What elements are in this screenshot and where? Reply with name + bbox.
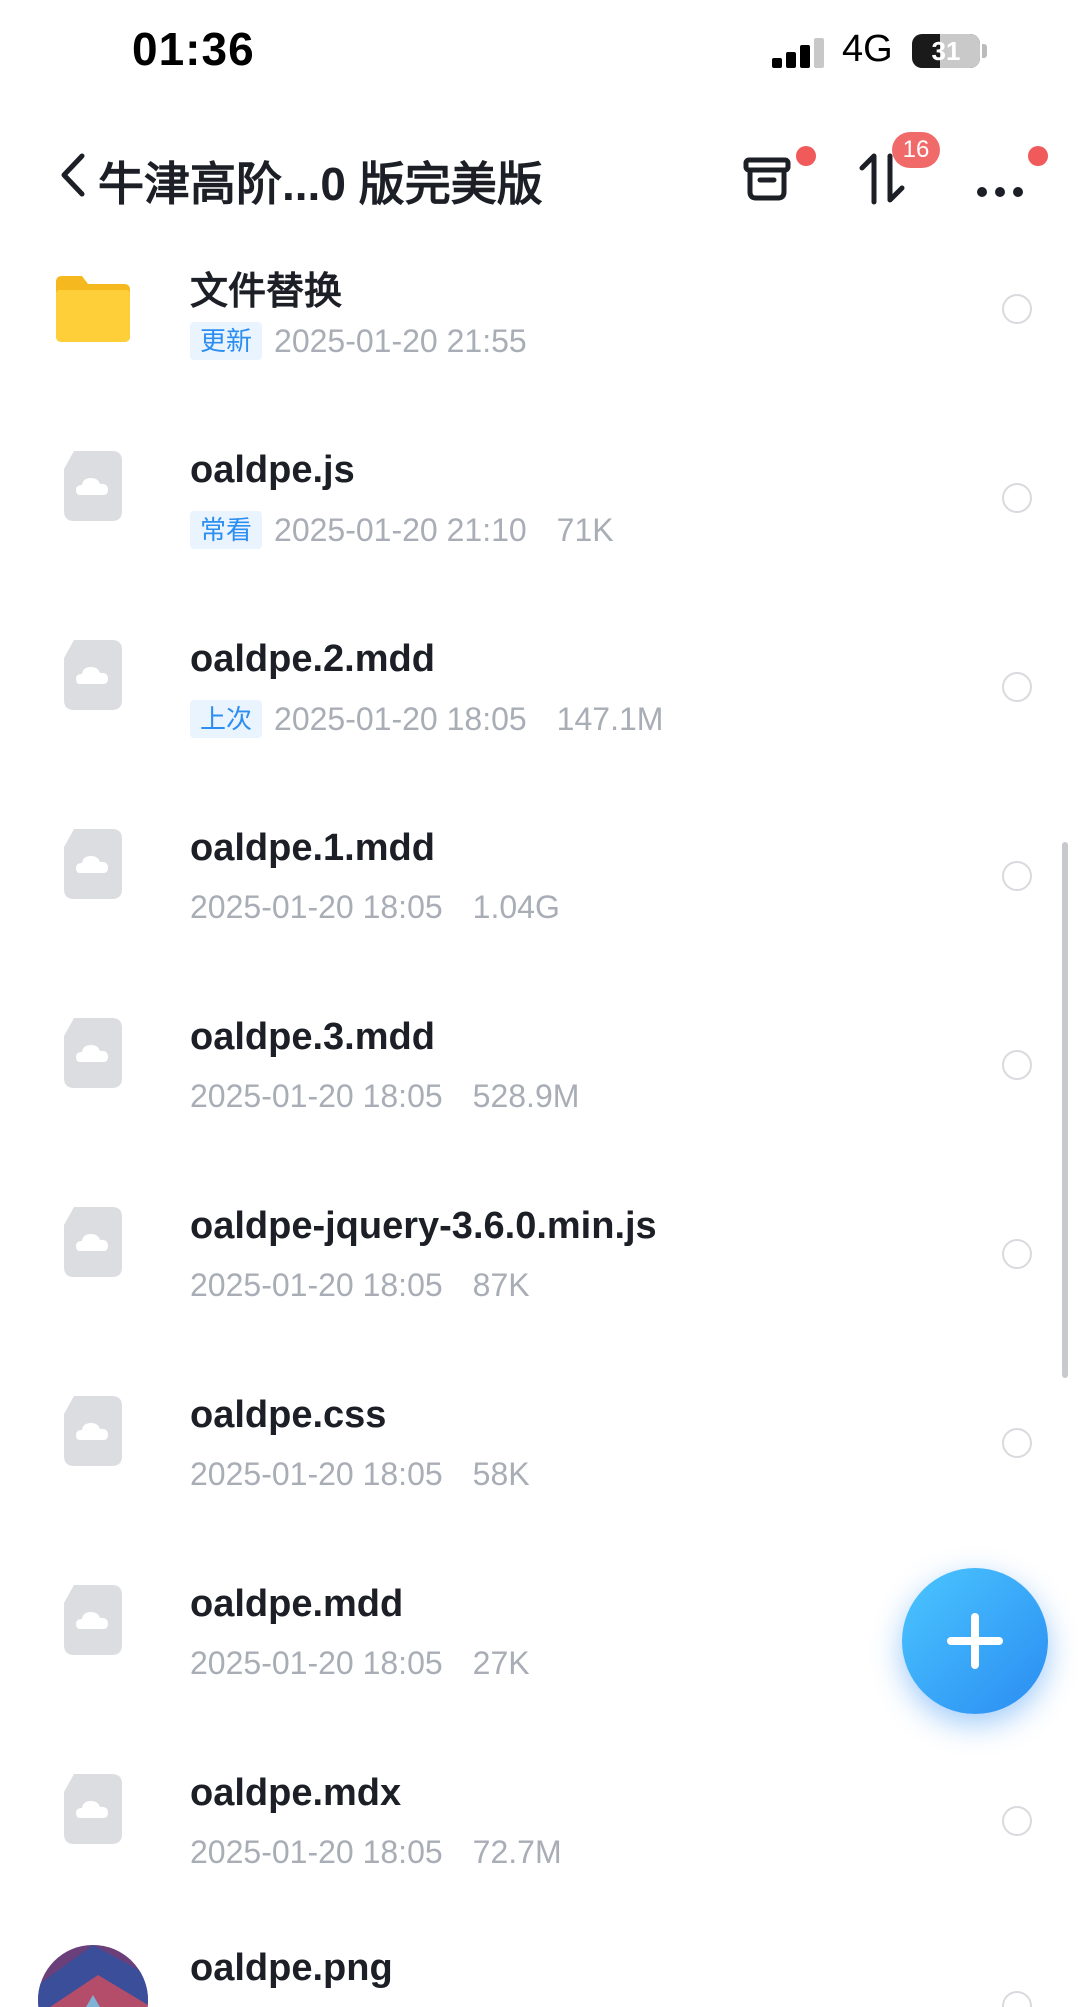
file-meta: 2025-01-20 18:05 27K <box>190 1645 530 1682</box>
file-date: 2025-01-20 21:10 <box>274 511 527 548</box>
list-item[interactable]: oaldpe.3.mdd 2025-01-20 18:05 528.9M <box>0 1000 1080 1190</box>
file-date: 2025-01-20 21:55 <box>274 322 527 359</box>
battery-icon: 31 <box>912 34 980 68</box>
page-title: 牛津高阶...0 版完美版 <box>98 158 543 210</box>
file-size: 72.7M <box>472 1834 562 1870</box>
file-name: oaldpe.png <box>190 1947 393 1989</box>
file-date: 2025-01-20 18:05 <box>190 889 443 925</box>
list-item[interactable]: oaldpe.2.mdd 上次 2025-01-20 18:05 147.1M <box>0 622 1080 812</box>
file-date: 2025-01-20 18:05 <box>190 1834 443 1870</box>
select-checkbox[interactable] <box>1002 483 1032 513</box>
select-checkbox[interactable] <box>1002 672 1032 702</box>
file-name: oaldpe.1.mdd <box>190 827 435 869</box>
file-size: 147.1M <box>556 700 664 737</box>
file-name: oaldpe.mdx <box>190 1772 402 1814</box>
cloud-file-icon <box>64 1396 122 1466</box>
file-size: 27K <box>472 1645 530 1681</box>
file-meta: 更新 2025-01-20 21:55 <box>190 322 527 360</box>
file-tag: 更新 <box>190 322 263 360</box>
file-name: oaldpe.mdd <box>190 1583 404 1625</box>
file-name: 文件替换 <box>190 271 343 313</box>
cloud-file-icon <box>64 1585 122 1655</box>
list-item[interactable]: oaldpe.js 常看 2025-01-20 21:10 71K <box>0 433 1080 623</box>
list-item[interactable]: oaldpe.png <box>0 1945 1080 2007</box>
plus-icon-vertical <box>971 1613 979 1669</box>
signal-icon <box>772 38 824 68</box>
battery-level: 31 <box>931 36 961 66</box>
folder-icon <box>56 276 130 342</box>
select-checkbox[interactable] <box>1002 1428 1032 1458</box>
cloud-file-icon <box>64 1774 122 1844</box>
cloud-file-icon <box>64 1207 122 1277</box>
list-item[interactable]: oaldpe-jquery-3.6.0.min.js 2025-01-20 18… <box>0 1189 1080 1379</box>
select-checkbox[interactable] <box>1002 1991 1032 2007</box>
cloud-file-icon <box>64 1018 122 1088</box>
transfer-badge: 16 <box>892 132 940 168</box>
image-thumbnail-icon <box>38 1945 148 2007</box>
file-size: 58K <box>472 1456 530 1492</box>
file-name: oaldpe.css <box>190 1394 387 1436</box>
status-time: 01:36 <box>132 23 255 75</box>
more-icon[interactable] <box>972 146 1032 206</box>
file-date: 2025-01-20 18:05 <box>190 1456 443 1492</box>
list-item[interactable]: oaldpe.mdx 2025-01-20 18:05 72.7M <box>0 1756 1080 1946</box>
select-checkbox[interactable] <box>1002 1050 1032 1080</box>
file-name: oaldpe.js <box>190 449 355 491</box>
chevron-left-icon[interactable] <box>56 150 90 200</box>
list-item[interactable]: oaldpe.css 2025-01-20 18:05 58K <box>0 1378 1080 1568</box>
scrollbar[interactable] <box>1062 842 1068 1378</box>
list-item[interactable]: 文件替换 更新 2025-01-20 21:55 <box>0 244 1080 434</box>
file-date: 2025-01-20 18:05 <box>274 700 527 737</box>
add-button[interactable] <box>902 1568 1048 1714</box>
cloud-file-icon <box>64 451 122 521</box>
file-size: 71K <box>556 511 614 548</box>
file-size: 87K <box>472 1267 530 1303</box>
status-bar: 01:36 4G 31 <box>0 0 1080 100</box>
file-name: oaldpe-jquery-3.6.0.min.js <box>190 1205 657 1247</box>
file-tag: 常看 <box>190 511 263 549</box>
cloud-file-icon <box>64 640 122 710</box>
file-date: 2025-01-20 18:05 <box>190 1078 443 1114</box>
file-list: 文件替换 更新 2025-01-20 21:55 oaldpe.js 常看 20… <box>0 230 1080 2007</box>
select-checkbox[interactable] <box>1002 861 1032 891</box>
file-date: 2025-01-20 18:05 <box>190 1267 443 1303</box>
more-dot <box>1028 146 1048 166</box>
battery-cap <box>982 44 987 58</box>
network-type: 4G <box>842 28 893 70</box>
file-meta: 2025-01-20 18:05 87K <box>190 1267 530 1304</box>
inbox-dot <box>796 146 816 166</box>
list-item[interactable]: oaldpe.1.mdd 2025-01-20 18:05 1.04G <box>0 811 1080 1001</box>
nav-bar: 牛津高阶...0 版完美版 16 <box>0 130 1080 230</box>
file-meta: 2025-01-20 18:05 58K <box>190 1456 530 1493</box>
file-meta: 2025-01-20 18:05 1.04G <box>190 889 560 926</box>
file-meta: 上次 2025-01-20 18:05 147.1M <box>190 700 663 738</box>
file-tag: 上次 <box>190 700 263 738</box>
file-meta: 2025-01-20 18:05 528.9M <box>190 1078 579 1115</box>
select-checkbox[interactable] <box>1002 1239 1032 1269</box>
file-name: oaldpe.2.mdd <box>190 638 435 680</box>
file-size: 528.9M <box>472 1078 580 1114</box>
inbox-icon[interactable] <box>738 146 798 206</box>
cloud-file-icon <box>64 829 122 899</box>
file-name: oaldpe.3.mdd <box>190 1016 435 1058</box>
select-checkbox[interactable] <box>1002 294 1032 324</box>
file-size: 1.04G <box>472 889 560 925</box>
select-checkbox[interactable] <box>1002 1806 1032 1836</box>
file-meta: 常看 2025-01-20 21:10 71K <box>190 511 614 549</box>
file-meta: 2025-01-20 18:05 72.7M <box>190 1834 562 1871</box>
file-date: 2025-01-20 18:05 <box>190 1645 443 1681</box>
